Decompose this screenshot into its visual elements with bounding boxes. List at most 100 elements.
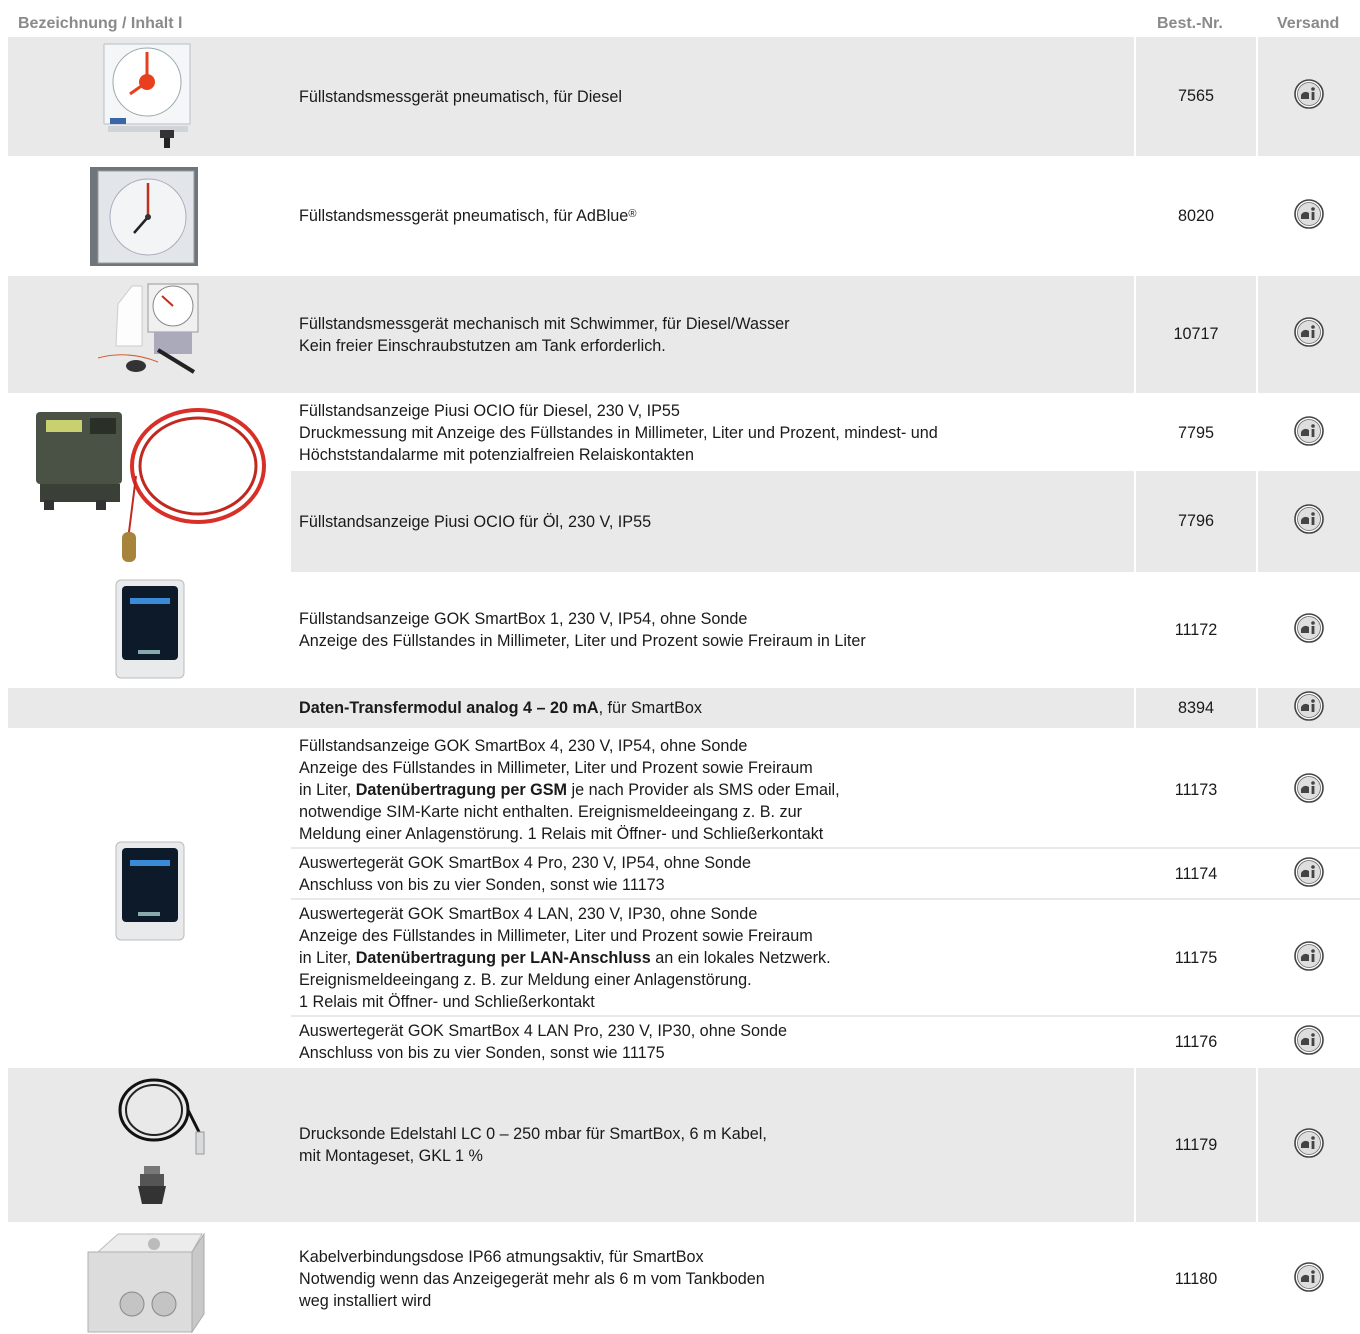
order-number: 11172: [1174, 620, 1218, 639]
header-order-no: Best.-Nr.: [1157, 15, 1223, 32]
description-text: in Liter,: [299, 781, 356, 799]
order-number: 7796: [1136, 471, 1256, 572]
shipping-info-icon[interactable]: [1293, 198, 1325, 235]
description-text: an ein lokales Netzwerk.: [650, 949, 831, 967]
description-line: mit Montageset, GKL 1 %: [299, 1147, 483, 1165]
shipping-cell: [1258, 156, 1360, 276]
description-line: Füllstandsanzeige GOK SmartBox 4, 230 V,…: [299, 737, 748, 755]
description-line: Anschluss von bis zu vier Sonden, sonst …: [299, 1044, 665, 1062]
description-line: weg installiert wird: [299, 1292, 432, 1310]
description-line: Anschluss von bis zu vier Sonden, sonst …: [299, 876, 665, 894]
product-image: [84, 1230, 214, 1334]
order-number: 7565: [1136, 37, 1256, 156]
order-number: 11173: [1174, 780, 1218, 799]
description-line: Auswertegerät GOK SmartBox 4 Pro, 230 V,…: [299, 854, 752, 872]
shipping-info-icon[interactable]: [1293, 503, 1325, 540]
description-line: Ereignismeldeeingang z. B. zur Meldung e…: [299, 971, 752, 989]
description-line: Füllstandsanzeige GOK SmartBox 1, 230 V,…: [299, 610, 748, 628]
description-line: Füllstandsanzeige Piusi OCIO für Öl, 230…: [299, 512, 652, 531]
shipping-info-icon[interactable]: [1293, 772, 1325, 809]
row-description: Füllstandsmessgerät mechanisch mit Schwi…: [291, 276, 1134, 393]
order-number: 11175: [1174, 948, 1218, 967]
description-line: Füllstandsmessgerät mechanisch mit Schwi…: [299, 314, 790, 333]
shipping-cell: [1258, 395, 1360, 471]
product-image: [90, 167, 198, 266]
description-line: Anzeige des Füllstandes in Millimeter, L…: [299, 632, 866, 650]
description-line: Auswertegerät GOK SmartBox 4 LAN Pro, 23…: [299, 1022, 788, 1040]
header-shipping: Versand: [1277, 15, 1340, 32]
shipping-info-icon[interactable]: [1293, 856, 1325, 893]
row-description: Auswertegerät GOK SmartBox 4 Pro, 230 V,…: [291, 850, 1134, 898]
header-description: Bezeichnung / Inhalt l: [18, 15, 183, 32]
product-image: [96, 280, 208, 384]
shipping-cell: [1258, 902, 1360, 1014]
description-line: Füllstandsanzeige Piusi OCIO für Diesel,…: [299, 402, 680, 420]
row-description: Kabelverbindungsdose IP66 atmungsaktiv, …: [291, 1224, 1134, 1334]
description-line: in Liter, Datenübertragung per GSM je na…: [299, 779, 840, 801]
description-text: , für SmartBox: [598, 699, 703, 717]
description-line: Kabelverbindungsdose IP66 atmungsaktiv, …: [299, 1248, 704, 1266]
order-number: 7795: [1177, 423, 1214, 442]
description-line: Auswertegerät GOK SmartBox 4 LAN, 230 V,…: [299, 905, 758, 923]
shipping-cell: [1258, 574, 1360, 686]
shipping-info-icon[interactable]: [1293, 1127, 1325, 1164]
row-divider: [291, 1015, 1360, 1017]
bold-text: Datenübertragung per GSM: [355, 781, 568, 799]
product-image: [34, 400, 268, 566]
row-description: Füllstandsanzeige GOK SmartBox 1, 230 V,…: [291, 574, 1134, 686]
product-image: [114, 578, 186, 680]
row-description: Füllstandsmessgerät pneumatisch, für Die…: [291, 37, 1134, 156]
row-divider: [291, 847, 1360, 849]
description-line: Drucksonde Edelstahl LC 0 – 250 mbar für…: [299, 1125, 767, 1143]
description-line: Meldung einer Anlagenstörung. 1 Relais m…: [299, 825, 824, 843]
shipping-info-icon[interactable]: [1293, 415, 1325, 452]
product-image: [108, 1074, 214, 1214]
row-description: Füllstandsmessgerät pneumatisch, für AdB…: [291, 156, 1134, 276]
description-text: in Liter,: [299, 949, 356, 967]
description-line: Höchststandalarme mit potenzialfreien Re…: [299, 446, 694, 464]
description-line: Kein freier Einschraubstutzen am Tank er…: [299, 336, 666, 355]
shipping-info-icon[interactable]: [1293, 78, 1325, 115]
product-image: [100, 42, 196, 148]
bold-text: Daten-Transfermodul analog 4 – 20 mA: [299, 699, 599, 717]
row-description: Drucksonde Edelstahl LC 0 – 250 mbar für…: [291, 1068, 1134, 1222]
shipping-info-icon[interactable]: [1293, 316, 1325, 353]
row-divider: [291, 898, 1360, 900]
shipping-info-icon[interactable]: [1293, 612, 1325, 649]
shipping-cell: [1258, 1018, 1360, 1066]
description-line: Anzeige des Füllstandes in Millimeter, L…: [299, 759, 813, 777]
description-line: in Liter, Datenübertragung per LAN-Ansch…: [299, 947, 831, 969]
registered-mark: ®: [628, 208, 637, 220]
description-line: Füllstandsmessgerät pneumatisch, für Die…: [299, 87, 622, 106]
bold-text: Datenübertragung per LAN-Anschluss: [355, 949, 651, 967]
description-line: Füllstandsmessgerät pneumatisch, für AdB…: [299, 205, 636, 227]
description-line: 1 Relais mit Öffner- und Schließerkontak…: [299, 993, 595, 1011]
order-number: 11179: [1136, 1068, 1256, 1222]
order-number: 8020: [1177, 206, 1214, 225]
shipping-info-icon[interactable]: [1293, 690, 1325, 727]
shipping-info-icon[interactable]: [1293, 940, 1325, 977]
order-number: 11180: [1174, 1269, 1218, 1288]
row-description: Auswertegerät GOK SmartBox 4 LAN, 230 V,…: [291, 902, 1134, 1014]
shipping-cell: [1258, 276, 1360, 393]
description-text: Füllstandsmessgerät pneumatisch, für AdB…: [299, 207, 629, 225]
shipping-info-icon[interactable]: [1293, 1261, 1325, 1298]
row-description: Füllstandsanzeige GOK SmartBox 4, 230 V,…: [291, 734, 1134, 846]
order-number: 11174: [1174, 864, 1218, 883]
description-line: Druckmessung mit Anzeige des Füllstandes…: [299, 424, 938, 442]
shipping-cell: [1258, 1068, 1360, 1222]
shipping-cell: [1258, 734, 1360, 846]
shipping-cell: [1258, 688, 1360, 728]
shipping-cell: [1258, 471, 1360, 572]
description-line: Anzeige des Füllstandes in Millimeter, L…: [299, 927, 813, 945]
order-number: 10717: [1136, 276, 1256, 393]
shipping-info-icon[interactable]: [1293, 1024, 1325, 1061]
table-header: Bezeichnung / Inhalt l Best.-Nr. Versand: [0, 0, 1360, 36]
row-description: Daten-Transfermodul analog 4 – 20 mA, fü…: [291, 688, 1134, 728]
shipping-cell: [1258, 37, 1360, 156]
description-line: notwendige SIM-Karte nicht enthalten. Er…: [299, 803, 802, 821]
description-line: Daten-Transfermodul analog 4 – 20 mA, fü…: [299, 697, 702, 719]
row-description: Füllstandsanzeige Piusi OCIO für Öl, 230…: [291, 471, 1134, 572]
shipping-cell: [1258, 850, 1360, 898]
description-text: je nach Provider als SMS oder Email,: [567, 781, 840, 799]
